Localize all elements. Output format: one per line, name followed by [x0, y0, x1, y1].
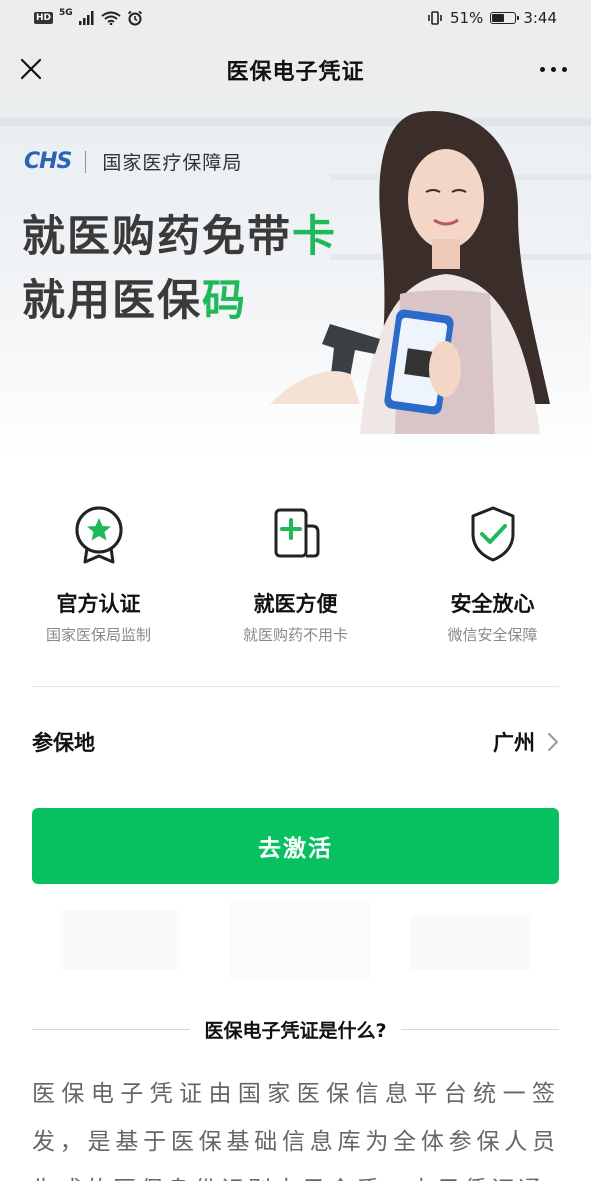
- status-bar: HD 5G 51% 3:44: [0, 0, 591, 36]
- wifi-icon: [101, 11, 121, 25]
- insured-place-label: 参保地: [32, 731, 95, 755]
- chevron-right-icon: [548, 733, 558, 751]
- insured-place-row[interactable]: 参保地 广州: [32, 706, 559, 778]
- battery-percent: 51%: [449, 9, 484, 27]
- battery-icon: [490, 12, 520, 24]
- more-icon[interactable]: [540, 67, 567, 72]
- feature-official: 官方认证 国家医保局监制: [0, 500, 197, 650]
- activate-button[interactable]: 去激活: [32, 808, 559, 884]
- ribbon-star-icon: [75, 506, 122, 564]
- background-decoration: [60, 900, 530, 980]
- network-type: 5G: [59, 8, 73, 18]
- feature-subtitle: 就医购药不用卡: [242, 626, 348, 644]
- vibrate-icon: [428, 11, 442, 25]
- agency-name: 国家医疗保障局: [102, 152, 243, 174]
- chs-logo: CHS: [24, 149, 72, 174]
- medical-card-icon: [274, 508, 319, 558]
- feature-convenient: 就医方便 就医购药不用卡: [197, 500, 394, 650]
- page: HD 5G 51% 3:44 医保电子凭证 CHS 国家医疗保障局 就医购药免带…: [0, 0, 591, 1181]
- alarm-icon: [127, 10, 142, 26]
- what-is-description: 医保电子凭证由国家医保信息平台统一签发，是基于医保基础信息库为全体参保人员生成的…: [32, 1081, 559, 1181]
- promo-banner: CHS 国家医疗保障局 就医购药免带卡 就用医保码: [0, 104, 591, 460]
- what-is-title: 医保电子凭证是什么?: [204, 1019, 387, 1042]
- what-is-heading: 医保电子凭证是什么?: [32, 1012, 559, 1046]
- feature-title: 官方认证: [56, 592, 141, 616]
- feature-subtitle: 国家医保局监制: [45, 626, 151, 644]
- feature-subtitle: 微信安全保障: [447, 626, 538, 644]
- insured-place-value: 广州: [493, 731, 535, 755]
- nav-bar: 医保电子凭证: [0, 36, 591, 104]
- page-title: 医保电子凭证: [226, 60, 365, 85]
- slogan-line-2: 就用医保码: [22, 276, 247, 326]
- hd-badge: HD: [34, 12, 54, 24]
- close-icon[interactable]: [16, 54, 46, 84]
- signal-icon: [78, 11, 94, 25]
- shield-check-icon: [471, 506, 514, 562]
- banner-illustration: [270, 110, 550, 434]
- feature-safe: 安全放心 微信安全保障: [394, 500, 591, 650]
- features-row: 官方认证 国家医保局监制 就医方便 就医购药不用卡 安全放心 微信安全保障: [0, 500, 591, 650]
- divider: [32, 686, 559, 687]
- clock: 3:44: [523, 9, 557, 27]
- agency-logo-row: CHS 国家医疗保障局: [24, 148, 242, 175]
- feature-title: 就医方便: [253, 592, 338, 616]
- battery-level: [492, 14, 504, 22]
- feature-title: 安全放心: [450, 592, 535, 616]
